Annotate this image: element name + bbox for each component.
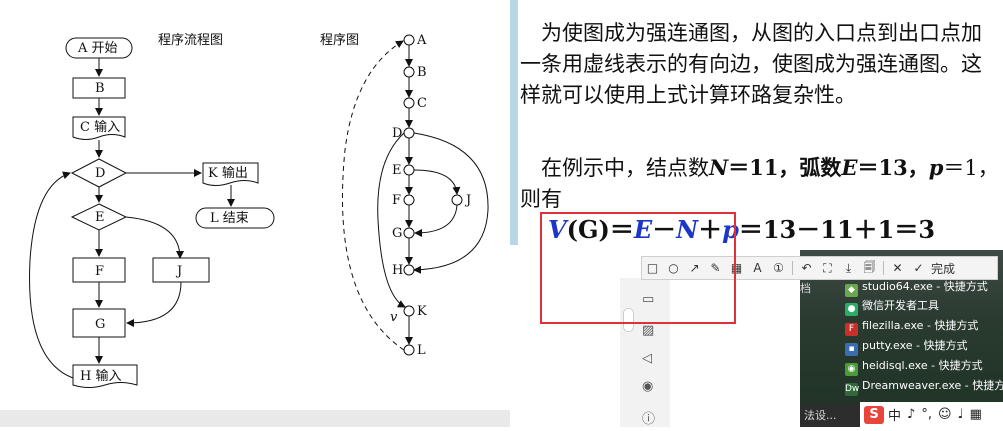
filezilla-icon: F [845, 323, 858, 336]
e-equation: ＝13， [857, 155, 929, 180]
graph-node-k: K [417, 304, 427, 319]
check-icon[interactable]: ✓ [908, 261, 929, 275]
putty-icon: ▪ [845, 343, 858, 356]
graph-node-f: F [392, 193, 401, 208]
node-c-label: C 输入 [80, 119, 120, 135]
voice-icon[interactable]: ♩ [958, 407, 964, 422]
graph-node-e: E [392, 163, 402, 178]
desktop-item-label: putty.exe - 快捷方式 [862, 339, 968, 352]
ime-toolbar[interactable]: S 中 ♪ °, ☺ ♩ ▦ [860, 402, 1003, 427]
flowchart-figure: A 开始 B C 输入 D K 输出 L 结束 E F J G H 输入 程序流… [0, 0, 510, 427]
desktop-item-filezilla[interactable]: Ffilezilla.exe - 快捷方式 [845, 317, 978, 336]
done-button[interactable]: 完成 [931, 260, 955, 277]
toolbar-divider [883, 261, 884, 275]
graph-node-c: C [417, 96, 427, 111]
dreamweaver-icon: Dw [845, 383, 860, 396]
n-equation: ＝11，弧数 [728, 155, 842, 180]
node-l-label: L 结束 [210, 211, 249, 226]
punctuation-icon[interactable]: °, [921, 407, 932, 422]
node-d-label: D [95, 166, 105, 181]
desktop-item-heidisql[interactable]: ◉ heidisql.exe - 快捷方式 [845, 357, 983, 376]
screenshot-selection-box[interactable] [540, 212, 736, 324]
text-tool-icon[interactable]: A [747, 261, 768, 275]
sogou-logo-icon[interactable]: S [864, 405, 884, 424]
desktop-item-dreamweaver[interactable]: Dw Dreamweaver.exe - 快捷方 [845, 377, 1003, 396]
slide-accent-bar [510, 0, 518, 245]
desktop-bottom-text: 法设... [800, 404, 860, 427]
undo-icon[interactable]: ↶ [796, 261, 817, 275]
graph-edge-v-label: v [390, 310, 398, 325]
desktop-item-studio[interactable]: ◆ studio64.exe - 快捷方式 [845, 278, 988, 297]
number-tool-icon[interactable]: ① [768, 261, 789, 275]
ocr-icon[interactable]: ⛶ [817, 261, 838, 276]
keyboard-icon[interactable]: ▦ [970, 407, 982, 422]
emoji-icon[interactable]: ☺ [938, 407, 952, 422]
studio-icon: ◆ [845, 284, 858, 297]
graph-node-a: A [416, 33, 427, 48]
desktop-item-putty[interactable]: ▪ putty.exe - 快捷方式 [845, 337, 968, 356]
program-flow-title: 程序流程图 [158, 33, 223, 48]
flowchart-svg: A 开始 B C 输入 D K 输出 L 结束 E F J G H 输入 程序流… [29, 33, 489, 388]
desktop-item-label: Dreamweaver.exe - 快捷方 [862, 379, 1003, 392]
ime-lang-toggle[interactable]: 中 [888, 405, 901, 424]
graph-node-l: L [417, 343, 426, 358]
wechat-dev-icon: ● [845, 303, 858, 316]
record-icon[interactable]: ◉ [642, 379, 653, 394]
node-j-label: J [175, 264, 182, 279]
download-icon[interactable]: ⤓ [838, 261, 859, 276]
desktop-edge-text: 档 [800, 282, 811, 295]
formula-rest: ＝13－11＋1＝3 [738, 215, 936, 244]
toolbar-divider [792, 261, 793, 275]
graph-node-g: G [392, 226, 402, 241]
pin-icon[interactable]: 🗐 [859, 258, 880, 279]
desktop-item-label: filezilla.exe - 快捷方式 [862, 319, 979, 332]
desktop-item-label: studio64.exe - 快捷方式 [862, 280, 988, 293]
slide-paragraph-1: 为使图成为强连通图，从图的入口点到出口点加一条用虚线表示的有向边，使图成为强连通… [520, 21, 982, 107]
graph-node-h: H [392, 263, 403, 278]
info-icon[interactable]: ⓘ [642, 408, 655, 427]
node-a-label: A 开始 [77, 41, 118, 56]
node-k-label: K 输出 [208, 165, 248, 181]
node-f-label: F [95, 264, 104, 279]
node-h-label: H 输入 [80, 368, 121, 384]
node-e-label: E [95, 210, 105, 225]
p-symbol: p [928, 155, 944, 180]
heidisql-icon: ◉ [845, 363, 858, 376]
n-symbol: N [709, 155, 729, 180]
node-b-label: B [95, 81, 105, 96]
desktop-item-wechat-dev[interactable]: ● 微信开发者工具 [845, 297, 939, 316]
speaker-icon[interactable]: ◁ [642, 351, 652, 366]
e-symbol: E [841, 155, 858, 180]
moon-icon[interactable]: ♪ [907, 407, 915, 422]
figure-bottom-strip [0, 410, 510, 427]
desktop-item-label: 微信开发者工具 [862, 299, 939, 312]
graph-node-d: D [392, 126, 402, 141]
graph-node-b: B [417, 65, 427, 80]
graph-node-j: J [464, 193, 471, 208]
desktop-item-label: heidisql.exe - 快捷方式 [862, 359, 983, 372]
node-g-label: G [95, 317, 105, 332]
close-icon[interactable]: ✕ [887, 261, 908, 275]
image-icon[interactable]: ▨ [642, 323, 654, 338]
slide-paragraph-2: 在例示中，结点数N＝11，弧数E＝13，p＝1，则有 [520, 152, 1000, 215]
program-graph-title: 程序图 [320, 33, 359, 48]
para2-prefix: 在例示中，结点数 [541, 156, 709, 180]
